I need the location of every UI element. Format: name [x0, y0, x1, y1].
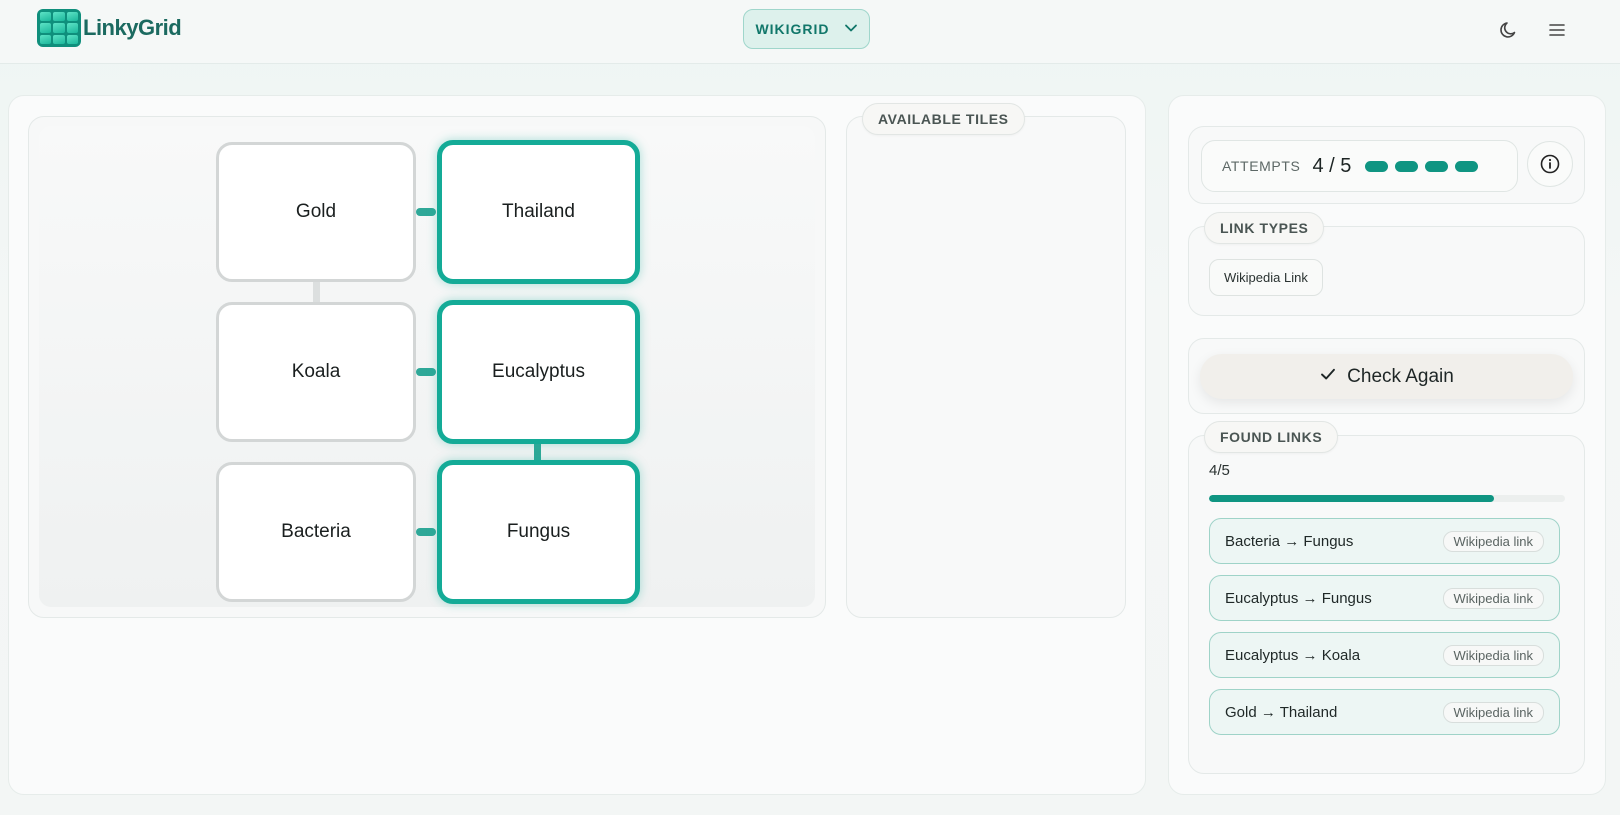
check-again-button[interactable]: Check Again [1200, 354, 1573, 399]
found-links-count: 4/5 [1209, 462, 1230, 479]
found-link-item: Eucalyptus → Fungus Wikipedia link [1209, 575, 1560, 621]
mode-select-label: WIKIGRID [755, 21, 830, 37]
tile-eucalyptus[interactable]: Eucalyptus [437, 300, 640, 444]
moon-icon[interactable] [1497, 18, 1521, 42]
connector-gold-koala [313, 280, 320, 304]
tile-label: Thailand [502, 201, 575, 222]
attempts-value: 4 / 5 [1312, 154, 1352, 177]
found-link-text: Bacteria → Fungus [1225, 532, 1354, 550]
tile-koala[interactable]: Koala [216, 302, 416, 442]
found-links-progress [1209, 495, 1565, 502]
found-link-text: Eucalyptus → Koala [1225, 646, 1361, 664]
connector-bacteria-fungus [416, 528, 436, 536]
app-name: LinkyGrid [83, 15, 182, 40]
tile-thailand[interactable]: Thailand [437, 140, 640, 284]
found-link-tag: Wikipedia link [1442, 701, 1544, 723]
found-link-tag: Wikipedia link [1442, 587, 1544, 609]
tile-label: Eucalyptus [492, 361, 585, 382]
attempts-display: ATTEMPTS 4 / 5 [1201, 140, 1518, 192]
tile-label: Gold [295, 201, 337, 222]
tile-label: Koala [291, 361, 341, 382]
tile-label: Bacteria [281, 521, 351, 542]
progress-fill [1209, 495, 1494, 502]
logo-grid-icon [37, 9, 81, 47]
attempts-indicator [1365, 160, 1479, 172]
found-link-tag: Wikipedia link [1442, 644, 1544, 666]
info-icon[interactable] [1527, 141, 1573, 187]
found-links-title: FOUND LINKS [1204, 421, 1339, 453]
app-logo[interactable]: LinkyGrid [37, 9, 182, 47]
connector-gold-thailand [416, 208, 436, 216]
checkmark-icon [1319, 365, 1337, 389]
connector-koala-eucalyptus [416, 368, 436, 376]
attempts-label: ATTEMPTS [1222, 158, 1301, 174]
chevron-down-icon [844, 21, 858, 38]
tile-label: Fungus [506, 521, 571, 542]
mode-select[interactable]: WIKIGRID [743, 9, 870, 49]
hamburger-menu-icon[interactable] [1545, 18, 1569, 42]
available-tiles-panel [846, 116, 1126, 618]
tile-gold[interactable]: Gold [216, 142, 416, 282]
available-tiles-title: AVAILABLE TILES [862, 103, 1025, 135]
found-link-text: Gold → Thailand [1225, 703, 1338, 721]
found-link-item: Gold → Thailand Wikipedia link [1209, 689, 1560, 735]
tile-fungus[interactable]: Fungus [437, 460, 640, 604]
link-type-chip[interactable]: Wikipedia Link [1209, 259, 1323, 296]
found-link-tag: Wikipedia link [1442, 530, 1544, 552]
found-link-text: Eucalyptus → Fungus [1225, 589, 1372, 607]
link-types-title: LINK TYPES [1204, 212, 1325, 244]
found-link-item: Eucalyptus → Koala Wikipedia link [1209, 632, 1560, 678]
tile-bacteria[interactable]: Bacteria [216, 462, 416, 602]
app-header: LinkyGrid WIKIGRID [0, 0, 1620, 64]
found-link-item: Bacteria → Fungus Wikipedia link [1209, 518, 1560, 564]
check-again-label: Check Again [1347, 365, 1454, 387]
